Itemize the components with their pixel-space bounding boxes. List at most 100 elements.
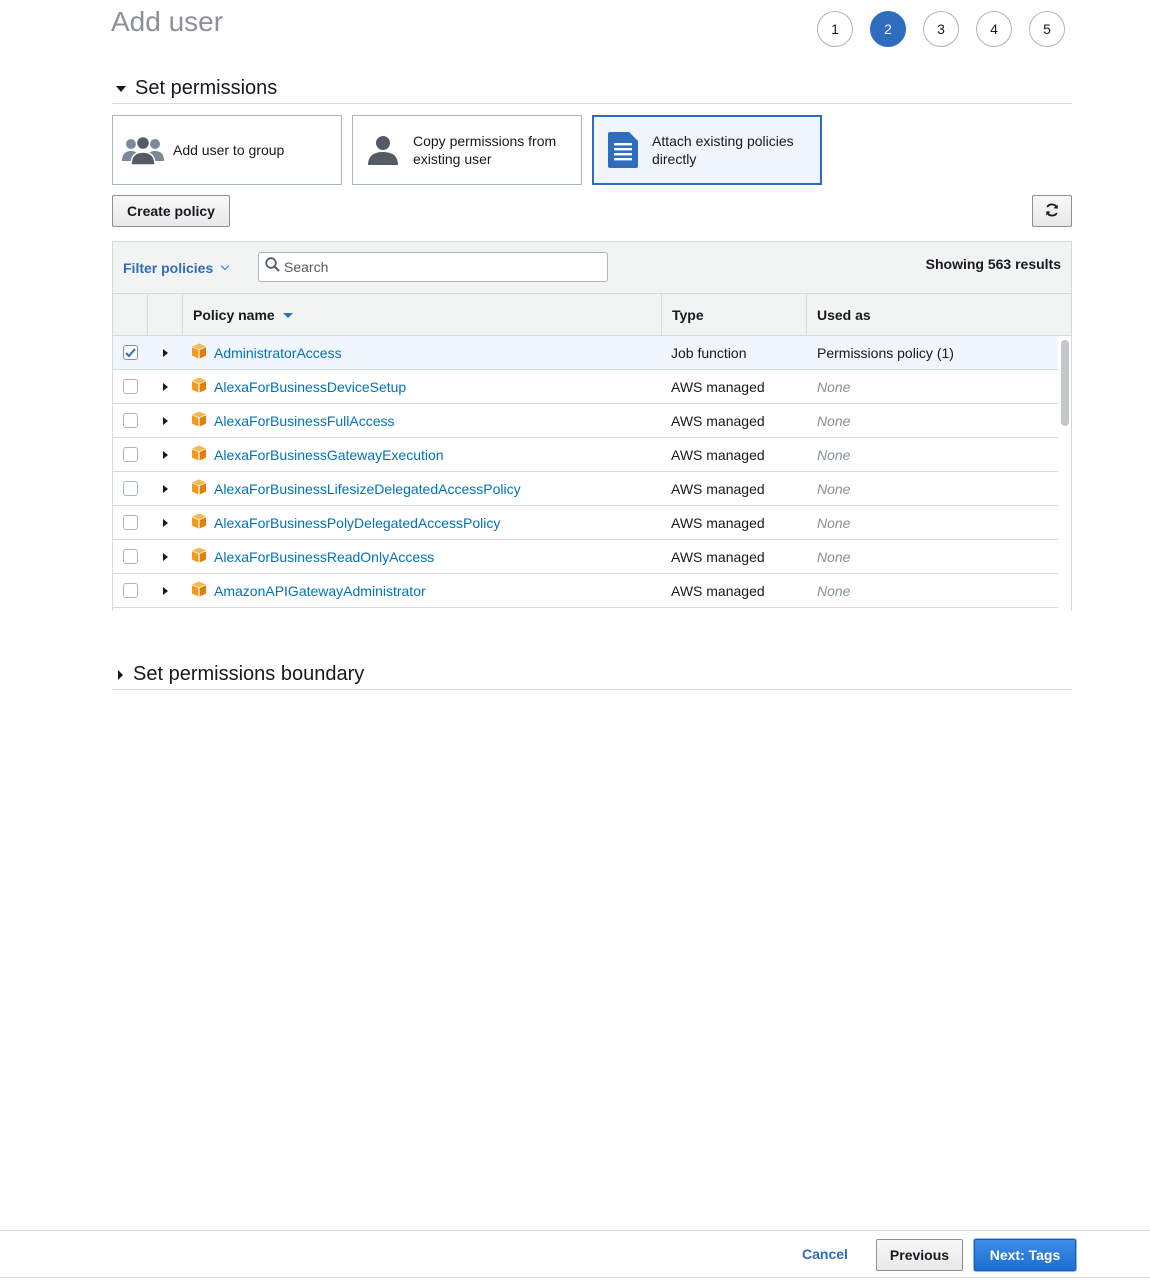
results-count: Showing 563 results (925, 256, 1061, 272)
expand-row-icon[interactable] (163, 382, 168, 391)
set-permissions-boundary-header[interactable]: Set permissions boundary (112, 660, 1072, 690)
policy-name-link[interactable]: AlexaForBusinessDeviceSetup (214, 379, 406, 395)
user-group-icon (113, 134, 173, 166)
policy-name-link[interactable]: AlexaForBusinessFullAccess (214, 413, 395, 429)
cancel-link[interactable]: Cancel (802, 1246, 848, 1262)
policy-name-cell: AlexaForBusinessLifesizeDelegatedAccessP… (183, 479, 662, 498)
header-policy-name[interactable]: Policy name (183, 294, 662, 335)
policy-name-link[interactable]: AlexaForBusinessReadOnlyAccess (214, 549, 434, 565)
policy-type-cell: AWS managed (671, 378, 765, 395)
refresh-icon (1044, 202, 1060, 221)
expand-row-icon[interactable] (163, 586, 168, 595)
next-tags-button[interactable]: Next: Tags (974, 1239, 1076, 1271)
table-row[interactable]: AmazonAPIGatewayAdministrator AWS managed… (113, 574, 1058, 608)
row-checkbox[interactable] (123, 345, 138, 360)
row-select-cell (113, 583, 148, 598)
table-row[interactable]: AlexaForBusinessGatewayExecution AWS mana… (113, 438, 1058, 472)
caret-down-icon (116, 85, 126, 92)
set-permissions-header[interactable]: Set permissions (112, 74, 1072, 104)
policy-cube-icon (191, 479, 207, 498)
policy-type-cell: AWS managed (671, 446, 765, 463)
expand-row-icon[interactable] (163, 484, 168, 493)
policy-name-link[interactable]: AlexaForBusinessPolyDelegatedAccessPolic… (214, 515, 500, 531)
option-add-user-to-group[interactable]: Add user to group (112, 115, 342, 185)
step-1[interactable]: 1 (817, 11, 853, 47)
chevron-down-icon (221, 261, 230, 271)
table-row[interactable]: AlexaForBusinessLifesizeDelegatedAccessP… (113, 472, 1058, 506)
row-select-cell (113, 481, 148, 496)
policy-name-cell: AlexaForBusinessReadOnlyAccess (183, 547, 662, 566)
set-permissions-boundary-title: Set permissions boundary (133, 663, 365, 685)
row-checkbox[interactable] (123, 379, 138, 394)
step-2[interactable]: 2 (870, 11, 906, 47)
table-row[interactable]: AlexaForBusinessFullAccess AWS managed Non… (113, 404, 1058, 438)
table-row[interactable]: AlexaForBusinessReadOnlyAccess AWS manage… (113, 540, 1058, 574)
row-checkbox[interactable] (123, 447, 138, 462)
policy-cube-icon (191, 445, 207, 464)
table-header: Policy name Type Used as (113, 294, 1071, 336)
document-icon (594, 132, 652, 168)
header-policy-name-label: Policy name (193, 306, 275, 323)
row-select-cell (113, 413, 148, 428)
policy-cube-icon (191, 581, 207, 600)
policy-used-as-cell: None (817, 378, 851, 395)
row-checkbox[interactable] (123, 481, 138, 496)
previous-button[interactable]: Previous (876, 1239, 963, 1271)
policy-used-as-cell: None (817, 480, 851, 497)
policy-name-cell: AlexaForBusinessDeviceSetup (183, 377, 662, 396)
set-permissions-title: Set permissions (135, 77, 278, 99)
row-checkbox[interactable] (123, 549, 138, 564)
sort-descending-icon[interactable] (282, 313, 293, 318)
option-copy-permissions[interactable]: Copy permissions from existing user (352, 115, 582, 185)
table-row[interactable]: AdministratorAccess Job function Permissio… (113, 336, 1058, 370)
search-icon (265, 257, 280, 277)
policies-table: Filter policies Showing 563 results Poli… (112, 241, 1072, 611)
row-expand-cell (148, 484, 183, 493)
policy-name-cell: AlexaForBusinessPolyDelegatedAccessPolic… (183, 513, 662, 532)
policy-name-link[interactable]: AmazonAPIGatewayAdministrator (214, 583, 426, 599)
policy-cube-icon (191, 377, 207, 396)
table-row[interactable]: AlexaForBusinessDeviceSetup AWS managed No… (113, 370, 1058, 404)
expand-row-icon[interactable] (163, 518, 168, 527)
create-policy-button[interactable]: Create policy (112, 195, 230, 227)
policy-type-cell: Job function (671, 344, 747, 361)
policy-name-link[interactable]: AlexaForBusinessGatewayExecution (214, 447, 444, 463)
expand-row-icon[interactable] (163, 348, 168, 357)
policy-name-cell: AdministratorAccess (183, 343, 662, 362)
option-attach-policies[interactable]: Attach existing policies directly (592, 115, 822, 185)
header-used-as-label: Used as (817, 306, 871, 323)
permission-options: Add user to group Copy permissions from … (112, 115, 832, 185)
policy-name-link[interactable]: AdministratorAccess (214, 345, 342, 361)
step-4[interactable]: 4 (976, 11, 1012, 47)
header-type[interactable]: Type (662, 294, 807, 335)
policy-type-cell: AWS managed (671, 582, 765, 599)
refresh-button[interactable] (1032, 195, 1072, 227)
row-checkbox[interactable] (123, 413, 138, 428)
header-type-label: Type (672, 306, 704, 323)
policy-cube-icon (191, 411, 207, 430)
search-input[interactable] (284, 259, 594, 275)
filter-policies-label: Filter policies (123, 260, 214, 276)
policy-used-as-cell: Permissions policy (1) (817, 344, 954, 361)
filter-bar: Filter policies Showing 563 results (113, 242, 1071, 294)
policy-name-cell: AmazonAPIGatewayAdministrator (183, 581, 662, 600)
row-checkbox[interactable] (123, 515, 138, 530)
table-scrollbar[interactable] (1061, 340, 1069, 426)
expand-row-icon[interactable] (163, 552, 168, 561)
row-checkbox[interactable] (123, 583, 138, 598)
header-select-column (113, 294, 148, 335)
header-used-as[interactable]: Used as (807, 294, 1071, 335)
expand-row-icon[interactable] (163, 416, 168, 425)
policy-name-link[interactable]: AlexaForBusinessLifesizeDelegatedAccessP… (214, 481, 521, 497)
filter-policies-dropdown[interactable]: Filter policies (123, 260, 230, 276)
step-3[interactable]: 3 (923, 11, 959, 47)
policy-name-cell: AlexaForBusinessFullAccess (183, 411, 662, 430)
table-row[interactable]: AlexaForBusinessPolyDelegatedAccessPolic… (113, 506, 1058, 540)
step-5[interactable]: 5 (1029, 11, 1065, 47)
expand-row-icon[interactable] (163, 450, 168, 459)
policy-cube-icon (191, 343, 207, 362)
caret-right-icon (118, 669, 123, 680)
policy-used-as-cell: None (817, 514, 851, 531)
policy-cube-icon (191, 547, 207, 566)
search-box[interactable] (258, 252, 608, 282)
